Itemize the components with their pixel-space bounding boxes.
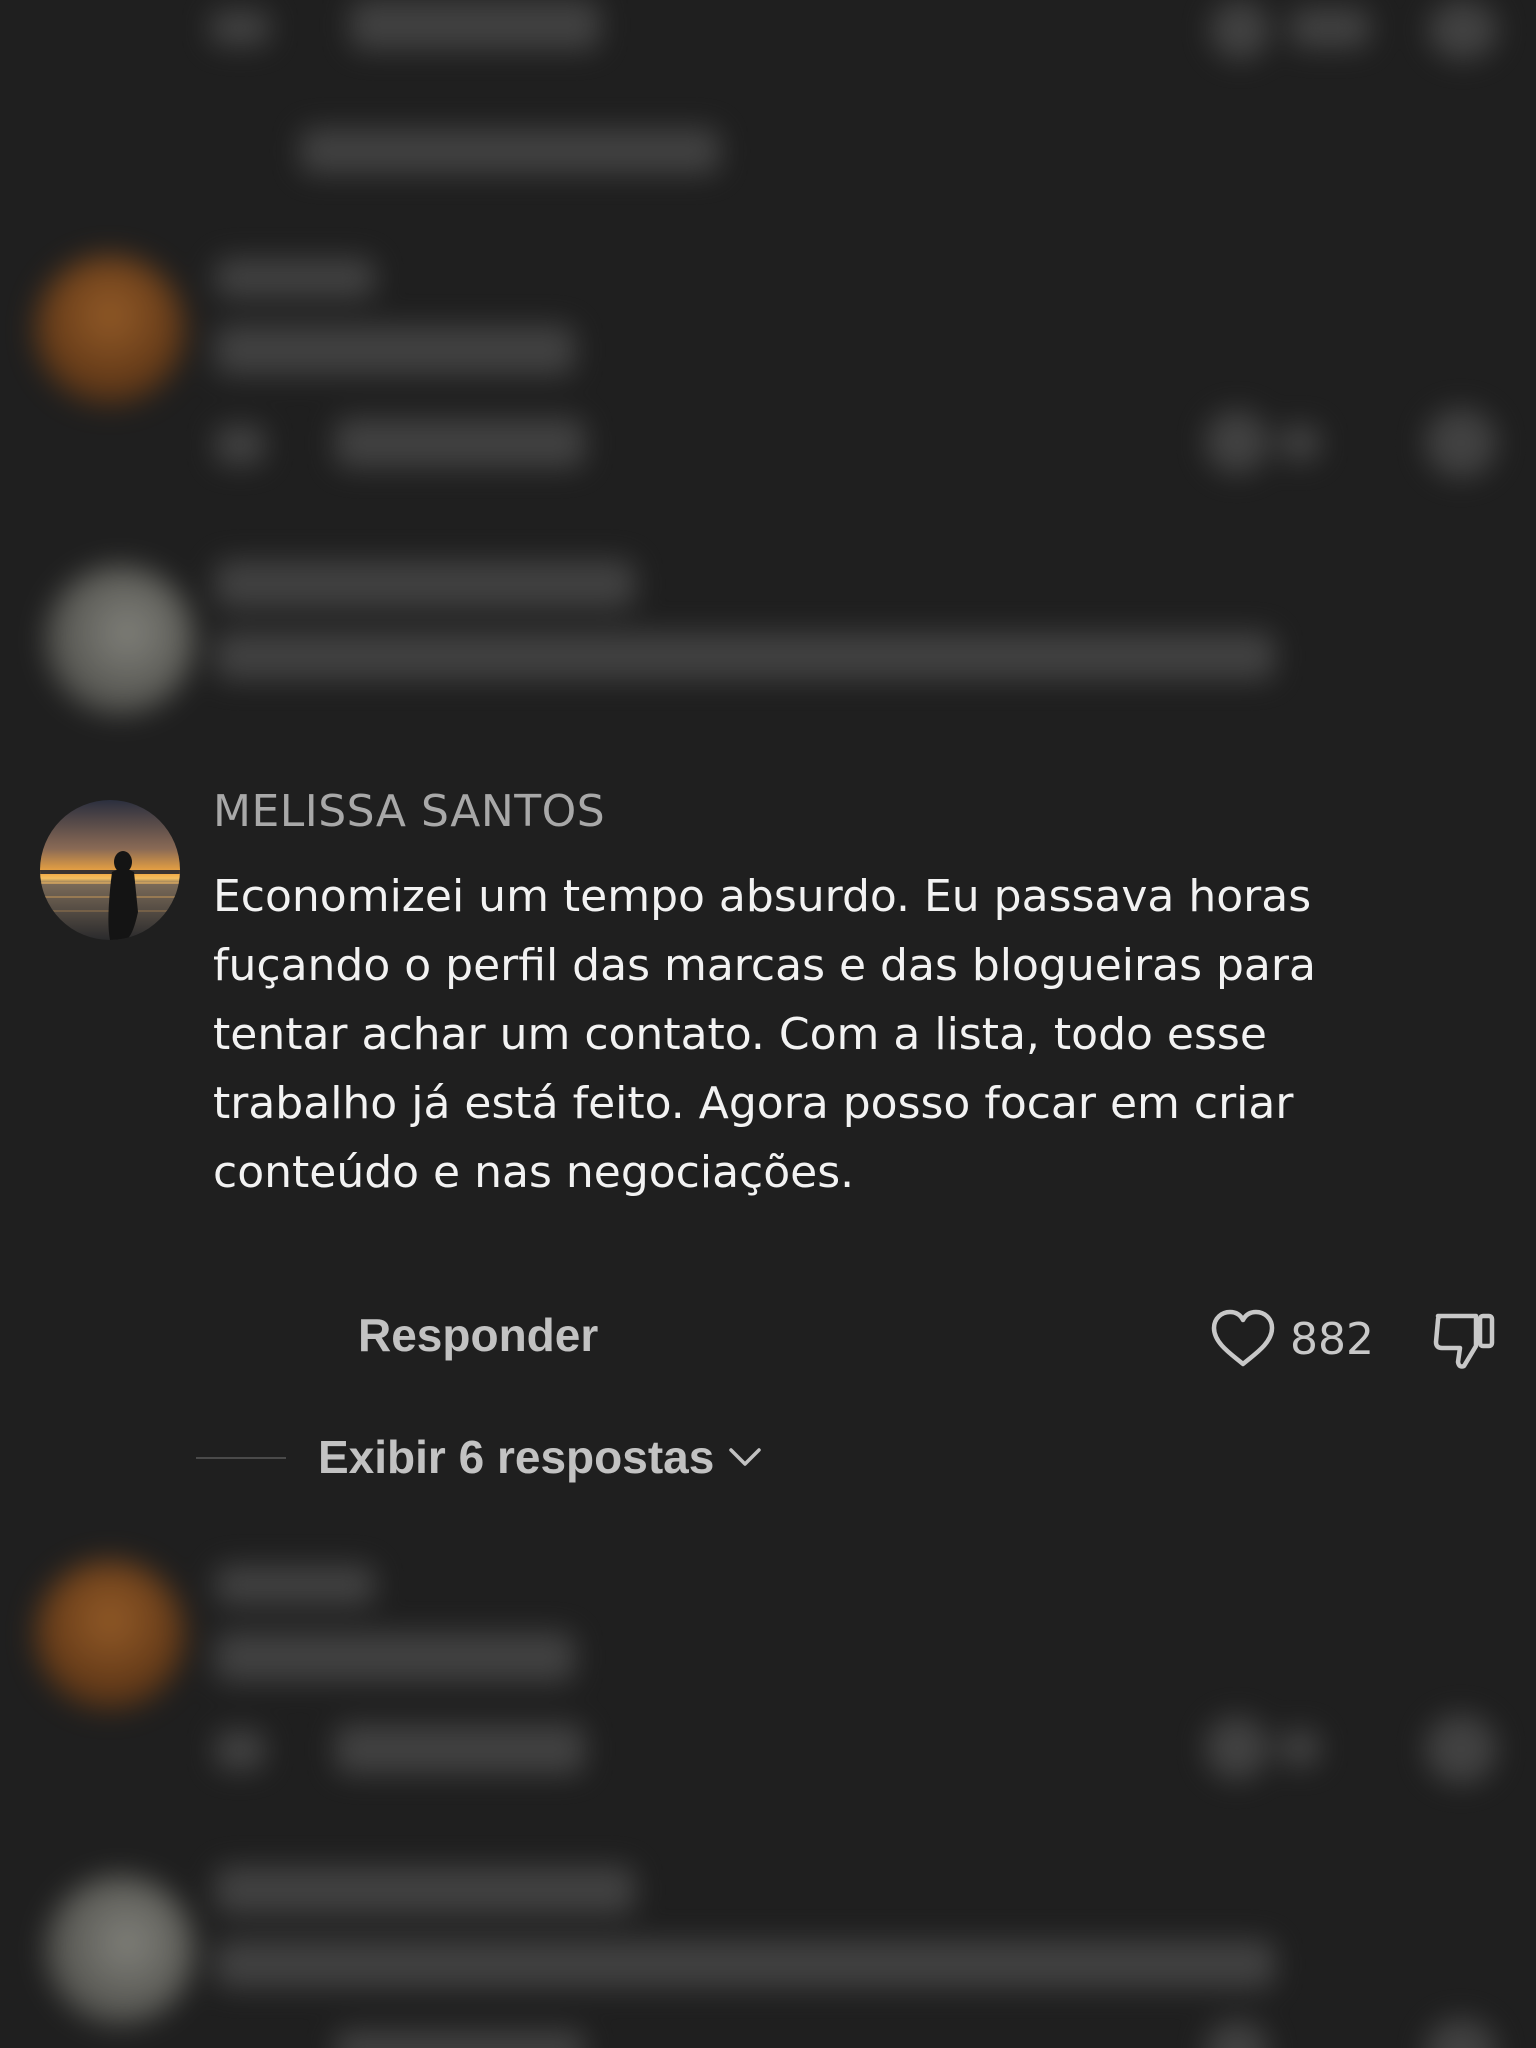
comments-screen: MELISSA SANTOS Economizei um tempo absur… [0, 0, 1536, 2048]
thumbs-down-icon [1433, 1313, 1495, 1369]
like-button[interactable]: 882 [1210, 1308, 1374, 1370]
avatar[interactable] [40, 800, 180, 940]
like-count: 882 [1290, 1313, 1374, 1365]
show-replies-button[interactable]: Exibir 6 respostas [318, 1430, 762, 1484]
dislike-button[interactable] [1432, 1308, 1498, 1375]
comment-text: Economizei um tempo absurdo. Eu passava … [213, 871, 1316, 1198]
comment-author[interactable]: MELISSA SANTOS [213, 786, 605, 837]
heart-outline-icon [1211, 1309, 1275, 1367]
replies-divider [196, 1457, 286, 1459]
show-replies-label: Exibir 6 respostas [318, 1431, 715, 1483]
avatar-sunset-image [40, 800, 180, 940]
chevron-down-icon [729, 1448, 762, 1466]
reply-button[interactable]: Responder [358, 1308, 598, 1362]
